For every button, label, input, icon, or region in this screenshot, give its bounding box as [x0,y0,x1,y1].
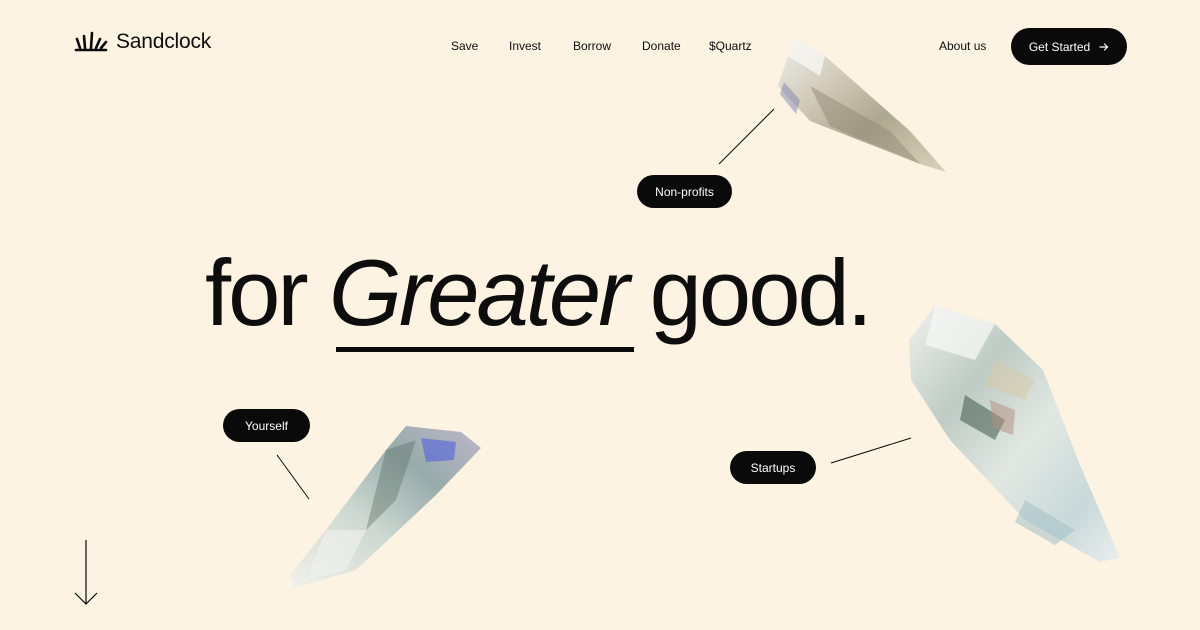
tag-nonprofits[interactable]: Non-profits [637,175,732,208]
sand-burst-logo-icon [74,31,108,52]
arrow-right-icon [1099,42,1109,51]
brand-logo[interactable]: Sandclock [74,30,211,54]
crystal-top-image [778,38,946,172]
nav-quartz-link[interactable]: $Quartz [709,39,752,53]
tag-startups-label: Startups [750,460,796,475]
hero-word-greater: Greater [328,240,630,345]
crystal-left-image [290,426,481,588]
nav-invest-link[interactable]: Invest [509,39,541,53]
crystal-right-image [909,306,1120,562]
get-started-label: Get Started [1028,39,1091,54]
hero-word-good: good. [649,240,873,345]
hero-underline [336,347,634,352]
tag-yourself-label: Yourself [245,418,288,433]
nav-donate-link[interactable]: Donate [642,39,681,53]
nav-borrow-link[interactable]: Borrow [573,39,611,53]
get-started-button[interactable]: Get Started [1011,28,1127,65]
arrow-down-icon[interactable] [72,538,100,608]
tag-startups[interactable]: Startups [730,451,816,484]
hero-word-for: for [205,240,309,345]
tag-nonprofits-label: Non-profits [655,184,714,199]
hero-headline: for Greater good. [205,246,873,340]
nav-save-link[interactable]: Save [451,39,478,53]
brand-name: Sandclock [116,30,212,53]
tag-yourself[interactable]: Yourself [223,409,310,442]
